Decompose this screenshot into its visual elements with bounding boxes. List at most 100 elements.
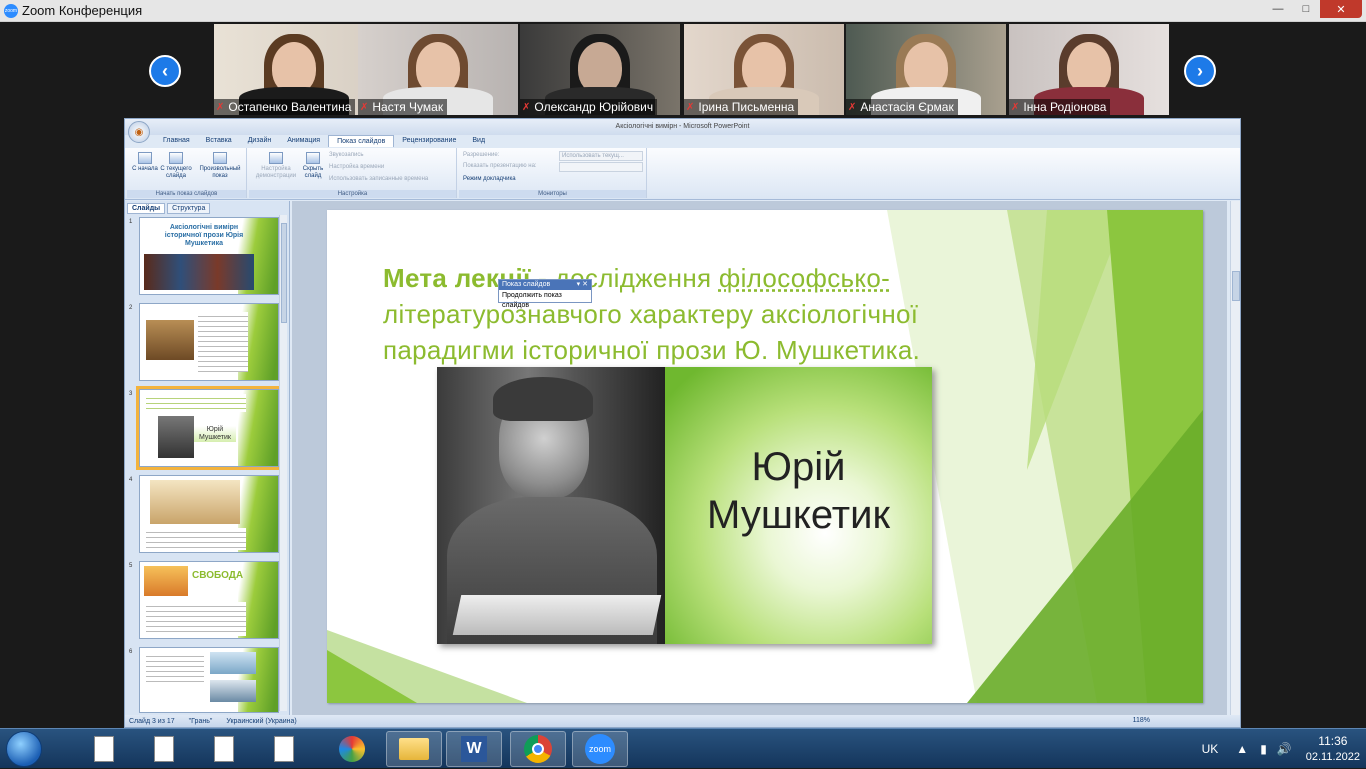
taskbar-document[interactable]	[196, 731, 252, 767]
folder-icon	[399, 738, 429, 760]
taskbar-document[interactable]	[76, 731, 132, 767]
language-indicator[interactable]: UK	[1202, 742, 1219, 756]
participant-name-label: ✗ Остапенко Валентина	[214, 99, 355, 115]
hide-slide-button[interactable]: Скрыть слайд	[301, 152, 325, 180]
custom-show-button[interactable]: Произвольный показ	[195, 152, 245, 180]
participant-tile[interactable]: ✗ Олександр Юрійович	[520, 24, 680, 115]
slide-thumbnail[interactable]: СВОБОДА	[139, 561, 279, 639]
thumbnail-number: 1	[129, 219, 132, 225]
tab-design[interactable]: Дизайн	[240, 135, 280, 147]
resolution-label: Разрешение:	[463, 152, 499, 158]
custom-show-icon	[213, 152, 227, 164]
from-current-button[interactable]: С текущего слайда	[159, 152, 193, 180]
signal-icon[interactable]: ▮	[1260, 742, 1267, 756]
slide-scroll-thumb[interactable]	[1232, 271, 1240, 301]
mic-muted-icon: ✗	[522, 102, 530, 113]
tab-slides[interactable]: Слайды	[127, 203, 165, 214]
office-button-icon[interactable]: ◉	[128, 121, 150, 143]
taskbar-word[interactable]: W	[446, 731, 502, 767]
clock[interactable]: 11:36 02.11.2022	[1306, 733, 1360, 765]
start-button-icon[interactable]	[6, 731, 42, 767]
ribbon-tabs: Главная Вставка Дизайн Анимация Показ сл…	[155, 135, 493, 147]
tab-slideshow[interactable]: Показ слайдов	[328, 135, 394, 147]
participant-tile[interactable]: ✗ Інна Родіонова	[1009, 24, 1169, 115]
taskbar-yandex[interactable]	[324, 731, 380, 767]
resolution-select[interactable]: Использовать текущ...	[559, 151, 643, 161]
participant-tile[interactable]: ✗ Анастасія Єрмак	[846, 24, 1006, 115]
thumbnail-book-image	[146, 320, 194, 360]
participant-tile[interactable]: ✗ Остапенко Валентина	[214, 24, 374, 115]
taskbar-chrome[interactable]	[510, 731, 566, 767]
document-icon	[274, 736, 294, 762]
taskbar-document[interactable]	[136, 731, 192, 767]
thumbnail-number: 5	[129, 563, 132, 569]
video-strip: ‹ ✗ Остапенко Валентина ✗ Настя Чумак ✗ Оле…	[0, 22, 1366, 117]
zoom-level[interactable]: 118%	[1133, 715, 1150, 727]
presenter-view-checkbox[interactable]: Режим докладчика	[463, 176, 516, 182]
system-tray: UK ▲ ▮ 🔊 11:36 02.11.2022	[1202, 729, 1360, 769]
taskbar-document[interactable]	[256, 731, 312, 767]
taskbar-explorer[interactable]	[386, 731, 442, 767]
tab-review[interactable]: Рецензирование	[394, 135, 464, 147]
thumbnail-body-text	[146, 652, 204, 682]
slide-thumbnail[interactable]: Аксіологічні вимірн історичної прози Юрі…	[139, 217, 279, 295]
panel-scrollbar[interactable]	[279, 215, 287, 711]
panel-scroll-thumb[interactable]	[281, 223, 287, 323]
slide-thumbnail[interactable]	[139, 647, 279, 713]
setup-show-button[interactable]: Настройка демонстрации	[253, 152, 299, 180]
ribbon-group-label: Настройка	[249, 190, 456, 198]
rehearse-timings-button[interactable]: Настройка времени	[329, 164, 384, 170]
ribbon-group-label: Мониторы	[459, 190, 646, 198]
minimize-icon[interactable]: —	[1264, 0, 1292, 18]
portrait-hair	[493, 377, 593, 421]
chrome-icon	[524, 735, 552, 763]
use-timings-checkbox[interactable]: Использовать записанные времена	[329, 176, 428, 182]
slide-heading: Мета лекції - дослідження філософсько- л…	[383, 260, 1023, 368]
tab-animation[interactable]: Анимация	[279, 135, 328, 147]
clock-time: 11:36	[1306, 733, 1360, 749]
show-on-select[interactable]	[559, 162, 643, 172]
thumbnail-number: 3	[129, 391, 132, 397]
ribbon-group-start: С начала С текущего слайда Произвольный …	[127, 148, 247, 198]
heading-continuation: літературознавчого характеру аксіологічн…	[383, 299, 920, 365]
participant-name-label: ✗ Анастасія Єрмак	[846, 99, 958, 115]
close-icon[interactable]: ▾ ✕	[577, 280, 588, 290]
slide-scrollbar[interactable]	[1230, 201, 1240, 716]
volume-icon[interactable]: 🔊	[1277, 742, 1292, 756]
slide-thumbnail-selected[interactable]: Юрій Мушкетик	[139, 389, 279, 467]
mic-muted-icon: ✗	[686, 102, 694, 113]
maximize-icon[interactable]: □	[1292, 0, 1320, 18]
taskbar-zoom[interactable]: zoom	[572, 731, 628, 767]
thumbnail-body-text	[146, 602, 246, 636]
tab-view[interactable]: Вид	[464, 135, 493, 147]
continue-slideshow-button[interactable]: Продолжить показ слайдов	[499, 290, 591, 312]
ribbon-group-setup: Настройка демонстрации Скрыть слайд Звук…	[249, 148, 457, 198]
tab-home[interactable]: Главная	[155, 135, 198, 147]
ribbon-group-monitors: Разрешение: Использовать текущ... Показа…	[459, 148, 647, 198]
name-panel: Юрій Мушкетик	[665, 367, 932, 644]
participant-tile[interactable]: ✗ Настя Чумак	[358, 24, 518, 115]
participant-tile[interactable]: ✗ Ірина Письменна	[684, 24, 844, 115]
thumbnail-books-image	[144, 254, 254, 290]
slide-thumbnail[interactable]	[139, 303, 279, 381]
show-on-label: Показать презентацию на:	[463, 163, 537, 169]
show-hidden-icons-icon[interactable]: ▲	[1236, 742, 1248, 756]
tab-insert[interactable]: Вставка	[198, 135, 240, 147]
previous-page-button[interactable]: ‹	[149, 55, 181, 87]
author-name: Юрій Мушкетик	[665, 443, 932, 539]
thumbnail-title: СВОБОДА	[192, 570, 243, 582]
thumbnail-sunset-image	[144, 566, 188, 596]
language-indicator[interactable]: Украинский (Украина)	[226, 718, 296, 725]
portrait-image	[437, 367, 665, 644]
setup-icon	[269, 152, 283, 164]
slides-panel: Слайды Структура 1 Аксіологічні вимірн і…	[125, 201, 290, 716]
next-page-button[interactable]: ›	[1184, 55, 1216, 87]
thumbnail-caption: Юрій Мушкетик	[194, 426, 236, 442]
slide-thumbnail[interactable]	[139, 475, 279, 553]
close-icon[interactable]: ✕	[1320, 0, 1362, 18]
record-narration-button[interactable]: Звукозапись	[329, 152, 363, 158]
tab-outline[interactable]: Структура	[167, 203, 210, 214]
from-start-button[interactable]: С начала	[131, 152, 159, 173]
author-photo: Юрій Мушкетик	[437, 367, 932, 644]
current-slide[interactable]: Мета лекції - дослідження філософсько- л…	[327, 210, 1203, 703]
